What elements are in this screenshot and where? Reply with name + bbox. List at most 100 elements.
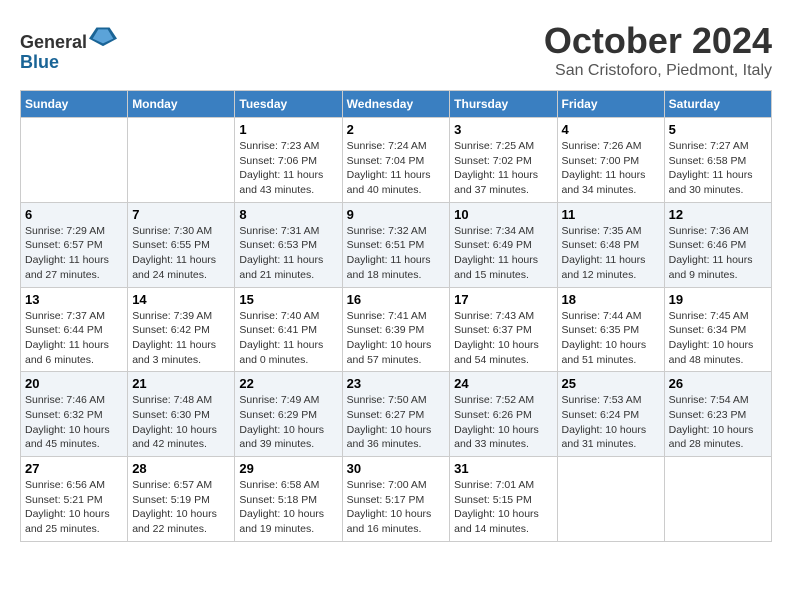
day-number: 5 bbox=[669, 122, 767, 137]
calendar-table: SundayMondayTuesdayWednesdayThursdayFrid… bbox=[20, 90, 772, 542]
day-number: 4 bbox=[562, 122, 660, 137]
day-number: 8 bbox=[239, 207, 337, 222]
cell-text: Sunrise: 7:40 AM Sunset: 6:41 PM Dayligh… bbox=[239, 309, 337, 368]
day-number: 9 bbox=[347, 207, 446, 222]
week-row-2: 6Sunrise: 7:29 AM Sunset: 6:57 PM Daylig… bbox=[21, 202, 772, 287]
day-number: 12 bbox=[669, 207, 767, 222]
cell-text: Sunrise: 7:01 AM Sunset: 5:15 PM Dayligh… bbox=[454, 478, 552, 537]
calendar-cell: 10 Sunrise: 7:34 AM Sunset: 6:49 PM Dayli… bbox=[450, 202, 557, 287]
day-number: 17 bbox=[454, 292, 552, 307]
day-number: 24 bbox=[454, 376, 552, 391]
calendar-cell bbox=[21, 118, 128, 203]
col-header-friday: Friday bbox=[557, 91, 664, 118]
calendar-cell: 7 Sunrise: 7:30 AM Sunset: 6:55 PM Daylig… bbox=[128, 202, 235, 287]
week-row-4: 20 Sunrise: 7:46 AM Sunset: 6:32 PM Dayli… bbox=[21, 372, 772, 457]
month-title: October 2024 bbox=[544, 20, 772, 62]
cell-text: Sunrise: 6:57 AM Sunset: 5:19 PM Dayligh… bbox=[132, 478, 230, 537]
col-header-wednesday: Wednesday bbox=[342, 91, 450, 118]
week-row-1: 1Sunrise: 7:23 AM Sunset: 7:06 PM Daylig… bbox=[21, 118, 772, 203]
cell-text: Sunrise: 7:44 AM Sunset: 6:35 PM Dayligh… bbox=[562, 309, 660, 368]
calendar-cell: 31 Sunrise: 7:01 AM Sunset: 5:15 PM Dayli… bbox=[450, 457, 557, 542]
calendar-cell: 19 Sunrise: 7:45 AM Sunset: 6:34 PM Dayli… bbox=[664, 287, 771, 372]
calendar-cell: 11 Sunrise: 7:35 AM Sunset: 6:48 PM Dayli… bbox=[557, 202, 664, 287]
calendar-cell: 24 Sunrise: 7:52 AM Sunset: 6:26 PM Dayli… bbox=[450, 372, 557, 457]
cell-text: Sunrise: 7:37 AM Sunset: 6:44 PM Dayligh… bbox=[25, 309, 123, 368]
calendar-cell: 3 Sunrise: 7:25 AM Sunset: 7:02 PM Daylig… bbox=[450, 118, 557, 203]
day-number: 21 bbox=[132, 376, 230, 391]
cell-text: Sunrise: 7:36 AM Sunset: 6:46 PM Dayligh… bbox=[669, 224, 767, 283]
cell-text: Sunrise: 7:49 AM Sunset: 6:29 PM Dayligh… bbox=[239, 393, 337, 452]
cell-text: Sunrise: 7:27 AM Sunset: 6:58 PM Dayligh… bbox=[669, 139, 767, 198]
day-number: 20 bbox=[25, 376, 123, 391]
cell-text: Sunrise: 7:26 AM Sunset: 7:00 PM Dayligh… bbox=[562, 139, 660, 198]
cell-text: Sunrise: 7:41 AM Sunset: 6:39 PM Dayligh… bbox=[347, 309, 446, 368]
calendar-cell: 16 Sunrise: 7:41 AM Sunset: 6:39 PM Dayli… bbox=[342, 287, 450, 372]
calendar-cell: 17 Sunrise: 7:43 AM Sunset: 6:37 PM Dayli… bbox=[450, 287, 557, 372]
cell-text: Sunrise: 7:00 AM Sunset: 5:17 PM Dayligh… bbox=[347, 478, 446, 537]
day-number: 19 bbox=[669, 292, 767, 307]
calendar-cell: 13 Sunrise: 7:37 AM Sunset: 6:44 PM Dayli… bbox=[21, 287, 128, 372]
col-header-monday: Monday bbox=[128, 91, 235, 118]
calendar-cell: 20 Sunrise: 7:46 AM Sunset: 6:32 PM Dayli… bbox=[21, 372, 128, 457]
logo-blue: Blue bbox=[20, 53, 117, 73]
logo-icon bbox=[89, 20, 117, 48]
day-number: 27 bbox=[25, 461, 123, 476]
calendar-cell bbox=[557, 457, 664, 542]
day-number: 30 bbox=[347, 461, 446, 476]
day-number: 3 bbox=[454, 122, 552, 137]
day-number: 28 bbox=[132, 461, 230, 476]
day-number: 31 bbox=[454, 461, 552, 476]
location: San Cristoforo, Piedmont, Italy bbox=[544, 62, 772, 80]
cell-text: Sunrise: 7:35 AM Sunset: 6:48 PM Dayligh… bbox=[562, 224, 660, 283]
cell-text: Sunrise: 7:32 AM Sunset: 6:51 PM Dayligh… bbox=[347, 224, 446, 283]
cell-text: Sunrise: 6:58 AM Sunset: 5:18 PM Dayligh… bbox=[239, 478, 337, 537]
logo: General Blue bbox=[20, 20, 117, 73]
day-number: 29 bbox=[239, 461, 337, 476]
day-number: 13 bbox=[25, 292, 123, 307]
cell-text: Sunrise: 7:25 AM Sunset: 7:02 PM Dayligh… bbox=[454, 139, 552, 198]
cell-text: Sunrise: 7:34 AM Sunset: 6:49 PM Dayligh… bbox=[454, 224, 552, 283]
day-number: 25 bbox=[562, 376, 660, 391]
cell-text: Sunrise: 7:24 AM Sunset: 7:04 PM Dayligh… bbox=[347, 139, 446, 198]
cell-text: Sunrise: 7:39 AM Sunset: 6:42 PM Dayligh… bbox=[132, 309, 230, 368]
week-row-3: 13 Sunrise: 7:37 AM Sunset: 6:44 PM Dayli… bbox=[21, 287, 772, 372]
col-header-saturday: Saturday bbox=[664, 91, 771, 118]
calendar-cell: 8 Sunrise: 7:31 AM Sunset: 6:53 PM Daylig… bbox=[235, 202, 342, 287]
calendar-cell: 6Sunrise: 7:29 AM Sunset: 6:57 PM Daylig… bbox=[21, 202, 128, 287]
cell-text: Sunrise: 7:50 AM Sunset: 6:27 PM Dayligh… bbox=[347, 393, 446, 452]
logo-text: General bbox=[20, 20, 117, 53]
cell-text: Sunrise: 7:31 AM Sunset: 6:53 PM Dayligh… bbox=[239, 224, 337, 283]
day-number: 23 bbox=[347, 376, 446, 391]
day-number: 18 bbox=[562, 292, 660, 307]
calendar-cell: 28 Sunrise: 6:57 AM Sunset: 5:19 PM Dayli… bbox=[128, 457, 235, 542]
day-number: 7 bbox=[132, 207, 230, 222]
calendar-cell: 29 Sunrise: 6:58 AM Sunset: 5:18 PM Dayli… bbox=[235, 457, 342, 542]
calendar-cell: 15Sunrise: 7:40 AM Sunset: 6:41 PM Dayli… bbox=[235, 287, 342, 372]
cell-text: Sunrise: 7:43 AM Sunset: 6:37 PM Dayligh… bbox=[454, 309, 552, 368]
cell-text: Sunrise: 7:45 AM Sunset: 6:34 PM Dayligh… bbox=[669, 309, 767, 368]
page-header: General Blue October 2024 San Cristoforo… bbox=[20, 20, 772, 80]
calendar-cell: 21 Sunrise: 7:48 AM Sunset: 6:30 PM Dayli… bbox=[128, 372, 235, 457]
calendar-cell: 12 Sunrise: 7:36 AM Sunset: 6:46 PM Dayli… bbox=[664, 202, 771, 287]
title-block: October 2024 San Cristoforo, Piedmont, I… bbox=[544, 20, 772, 80]
day-number: 16 bbox=[347, 292, 446, 307]
col-header-sunday: Sunday bbox=[21, 91, 128, 118]
day-number: 1 bbox=[239, 122, 337, 137]
calendar-cell: 23 Sunrise: 7:50 AM Sunset: 6:27 PM Dayli… bbox=[342, 372, 450, 457]
cell-text: Sunrise: 7:54 AM Sunset: 6:23 PM Dayligh… bbox=[669, 393, 767, 452]
calendar-cell: 26 Sunrise: 7:54 AM Sunset: 6:23 PM Dayli… bbox=[664, 372, 771, 457]
day-number: 10 bbox=[454, 207, 552, 222]
calendar-cell: 18 Sunrise: 7:44 AM Sunset: 6:35 PM Dayli… bbox=[557, 287, 664, 372]
calendar-cell: 14Sunrise: 7:39 AM Sunset: 6:42 PM Dayli… bbox=[128, 287, 235, 372]
cell-text: Sunrise: 7:30 AM Sunset: 6:55 PM Dayligh… bbox=[132, 224, 230, 283]
cell-text: Sunrise: 7:48 AM Sunset: 6:30 PM Dayligh… bbox=[132, 393, 230, 452]
calendar-cell: 5 Sunrise: 7:27 AM Sunset: 6:58 PM Daylig… bbox=[664, 118, 771, 203]
calendar-cell: 9 Sunrise: 7:32 AM Sunset: 6:51 PM Daylig… bbox=[342, 202, 450, 287]
calendar-cell: 30 Sunrise: 7:00 AM Sunset: 5:17 PM Dayli… bbox=[342, 457, 450, 542]
cell-text: Sunrise: 7:52 AM Sunset: 6:26 PM Dayligh… bbox=[454, 393, 552, 452]
cell-text: Sunrise: 7:46 AM Sunset: 6:32 PM Dayligh… bbox=[25, 393, 123, 452]
cell-text: Sunrise: 7:53 AM Sunset: 6:24 PM Dayligh… bbox=[562, 393, 660, 452]
col-header-thursday: Thursday bbox=[450, 91, 557, 118]
day-number: 26 bbox=[669, 376, 767, 391]
day-number: 11 bbox=[562, 207, 660, 222]
